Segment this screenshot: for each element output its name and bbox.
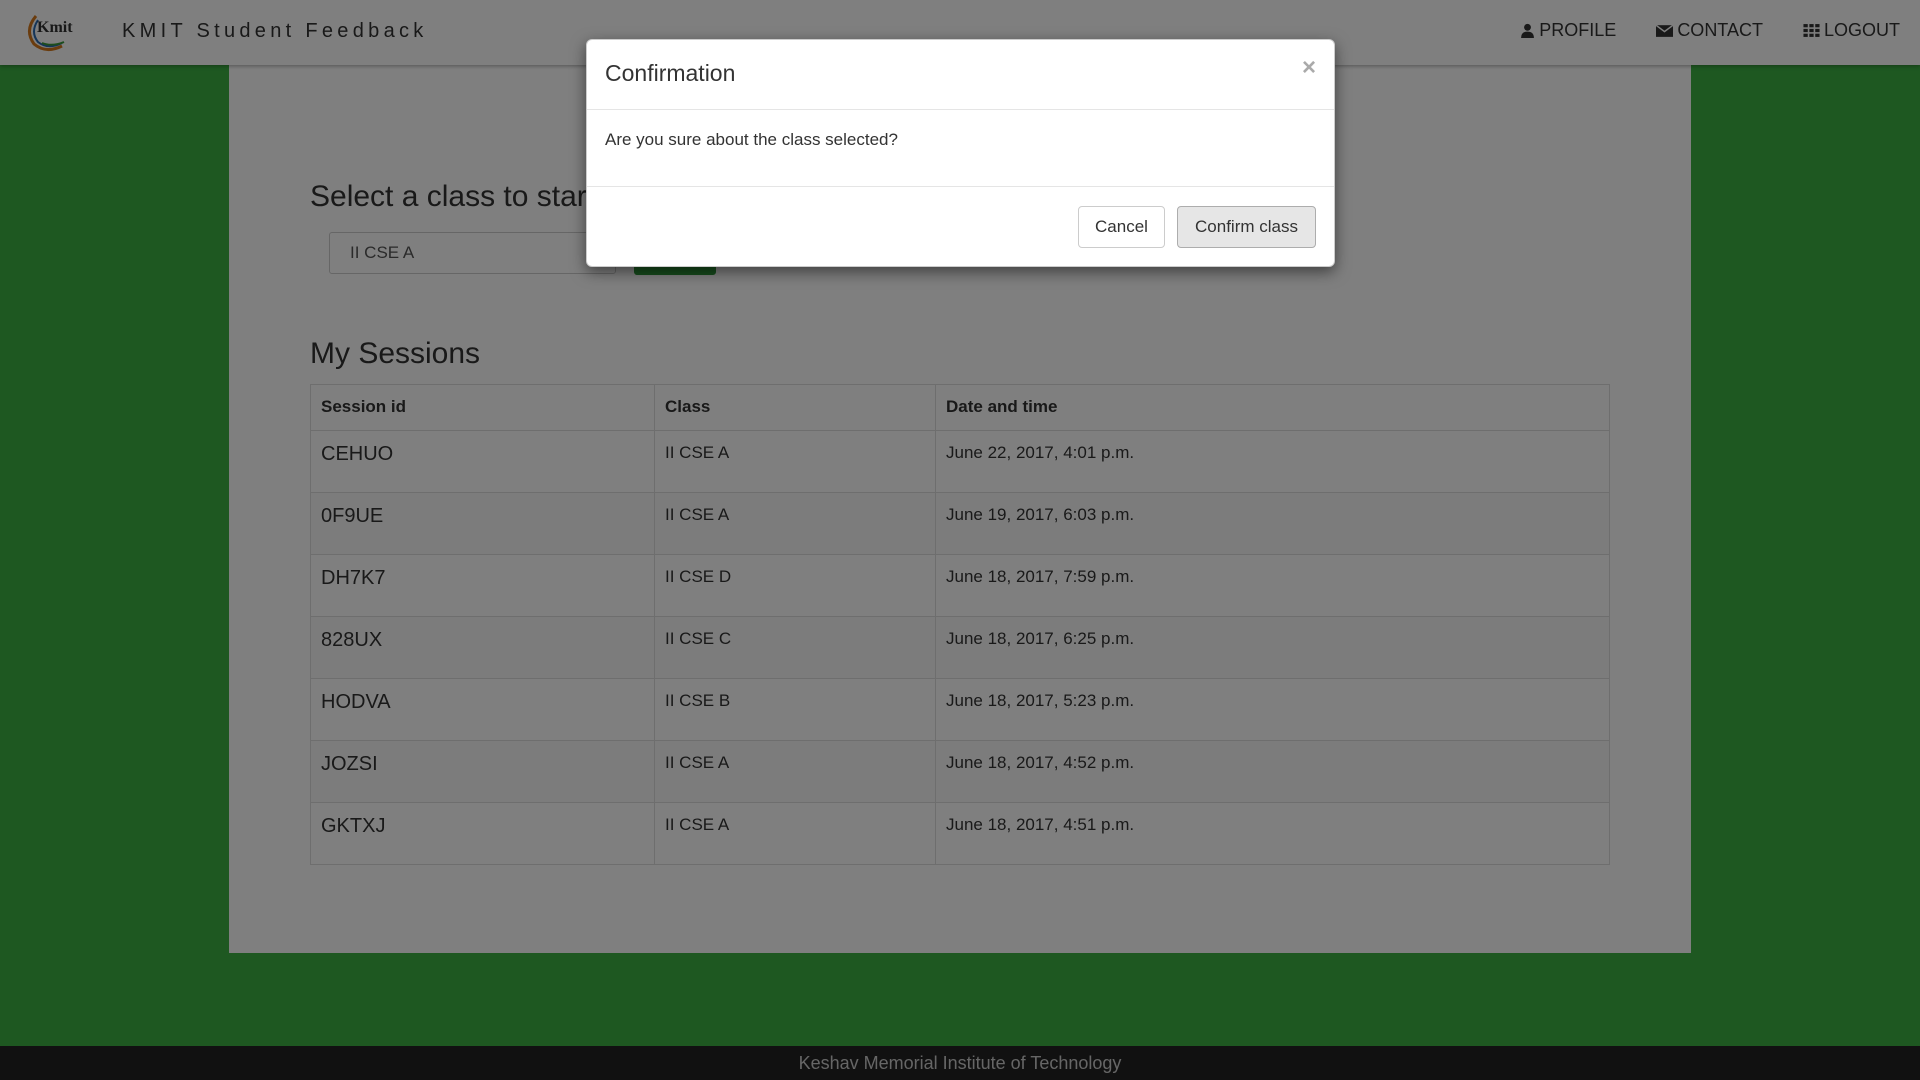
confirm-class-button[interactable]: Confirm class	[1177, 206, 1316, 248]
modal-title: Confirmation	[605, 60, 736, 86]
modal-header: Confirmation ×	[587, 40, 1334, 110]
close-icon[interactable]: ×	[1302, 54, 1316, 82]
confirmation-modal: Confirmation × Are you sure about the cl…	[586, 39, 1335, 267]
modal-body-text: Are you sure about the class selected?	[605, 130, 898, 149]
modal-footer: Cancel Confirm class	[587, 186, 1334, 268]
cancel-button[interactable]: Cancel	[1078, 206, 1165, 248]
